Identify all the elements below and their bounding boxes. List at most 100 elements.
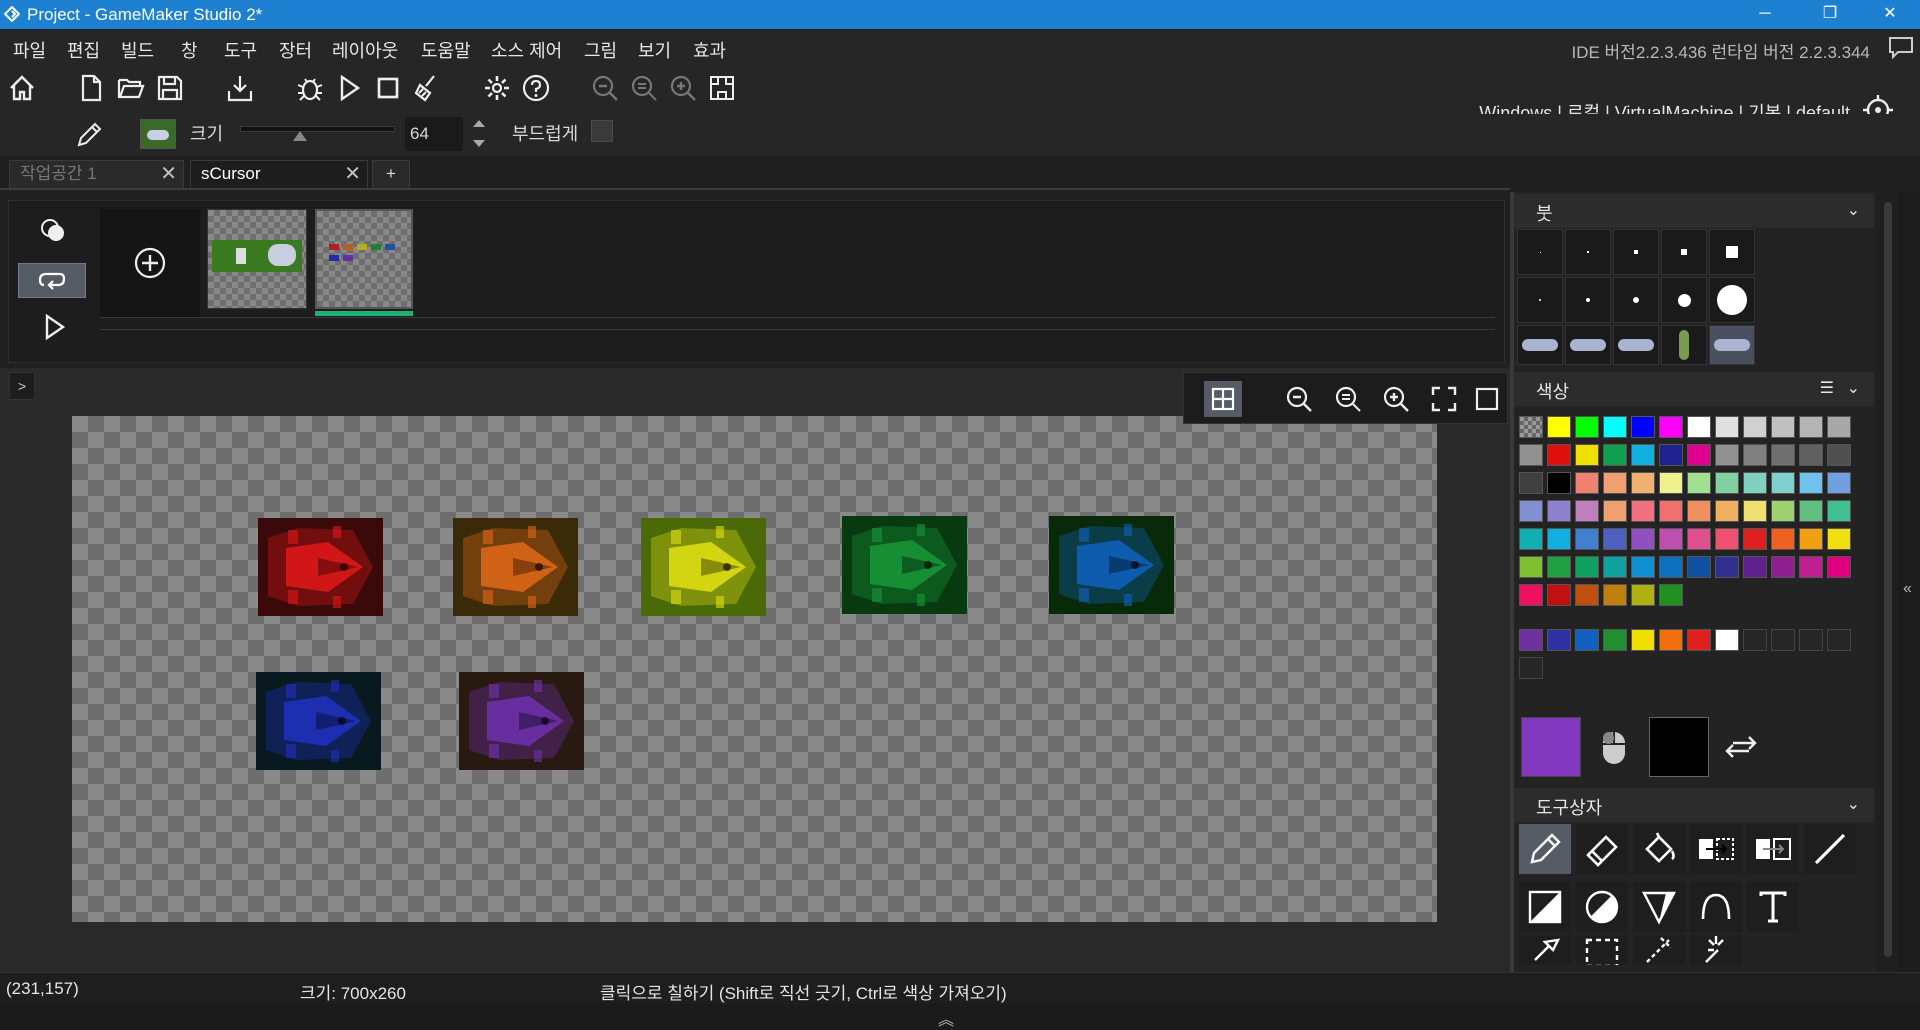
palette-swatch[interactable]	[1603, 584, 1627, 606]
square-brush-1[interactable]	[1517, 229, 1563, 275]
frame-thumbnail-0[interactable]	[207, 209, 307, 309]
preferences-button[interactable]	[479, 70, 515, 106]
curve-tool[interactable]	[1690, 882, 1742, 932]
palette-swatch[interactable]	[1575, 500, 1599, 522]
maximize-button[interactable]: ❐	[1800, 0, 1860, 29]
palette-swatch[interactable]	[1715, 472, 1739, 494]
palette-swatch[interactable]	[1519, 556, 1543, 578]
palette-swatch[interactable]	[1687, 472, 1711, 494]
palette-swatch[interactable]	[1799, 444, 1823, 466]
run-button[interactable]	[331, 70, 367, 106]
ellipse-tool[interactable]	[1576, 882, 1628, 932]
text-tool[interactable]	[1747, 882, 1799, 932]
palette-swatch[interactable]	[1603, 500, 1627, 522]
palette-swatch[interactable]	[1603, 556, 1627, 578]
smooth-checkbox[interactable]	[591, 120, 613, 142]
palette-swatch[interactable]	[1687, 444, 1711, 466]
frame-timeline[interactable]	[100, 317, 1495, 347]
palette-swatch[interactable]	[1575, 416, 1599, 438]
menu-help[interactable]: 도움말	[421, 37, 471, 63]
tab-scursor[interactable]: sCursor ✕	[190, 160, 368, 188]
palette-swatch[interactable]	[1687, 556, 1711, 578]
palette-swatch[interactable]	[1603, 416, 1627, 438]
pencil-icon[interactable]	[74, 120, 104, 150]
recent-color-swatch[interactable]	[1603, 629, 1627, 651]
palette-swatch[interactable]	[1827, 416, 1851, 438]
round-brush-5[interactable]	[1709, 277, 1755, 323]
palette-swatch[interactable]	[1715, 556, 1739, 578]
sprite-brush-1[interactable]	[1517, 325, 1563, 365]
palette-swatch[interactable]	[1575, 528, 1599, 550]
loop-toggle[interactable]	[18, 263, 86, 298]
square-brush-5[interactable]	[1709, 229, 1755, 275]
square-brush-2[interactable]	[1565, 229, 1611, 275]
add-tab-button[interactable]: +	[372, 160, 410, 188]
palette-swatch[interactable]	[1715, 528, 1739, 550]
menu-view[interactable]: 보기	[638, 37, 671, 63]
palette-swatch[interactable]	[1659, 556, 1683, 578]
palette-swatch[interactable]	[1659, 472, 1683, 494]
palette-swatch[interactable]	[1743, 416, 1767, 438]
menu-effects[interactable]: 효과	[693, 37, 726, 63]
canvas-zoom-reset-button[interactable]	[1329, 381, 1367, 417]
close-button[interactable]: ✕	[1860, 0, 1920, 29]
color-panel-header[interactable]: 색상 ☰ ⌄	[1514, 372, 1874, 406]
sprite-brush-4[interactable]	[1661, 325, 1707, 365]
palette-swatch[interactable]	[1771, 556, 1795, 578]
size-slider[interactable]	[240, 126, 395, 141]
palette-swatch[interactable]	[1715, 500, 1739, 522]
menu-window[interactable]: 창	[181, 37, 198, 63]
size-spinner[interactable]	[470, 117, 488, 151]
empty-color-slot[interactable]	[1827, 629, 1851, 651]
secondary-color-swatch[interactable]	[1649, 717, 1709, 777]
home-button[interactable]	[4, 70, 40, 106]
palette-swatch[interactable]	[1687, 528, 1711, 550]
menu-marketplace[interactable]: 장터	[279, 37, 312, 63]
empty-color-slot[interactable]	[1799, 629, 1823, 651]
round-brush-2[interactable]	[1565, 277, 1611, 323]
palette-swatch[interactable]	[1631, 556, 1655, 578]
close-tab-icon[interactable]: ✕	[160, 161, 177, 187]
palette-swatch[interactable]	[1799, 528, 1823, 550]
palette-swatch[interactable]	[1771, 416, 1795, 438]
chevron-down-icon[interactable]: ⌄	[1847, 794, 1860, 814]
workspace-overview-button[interactable]	[704, 70, 740, 106]
menu-source-control[interactable]: 소스 제어	[491, 37, 562, 63]
palette-swatch[interactable]	[1827, 556, 1851, 578]
canvas-zoom-out-button[interactable]	[1280, 381, 1318, 417]
round-brush-1[interactable]	[1517, 277, 1563, 323]
sprite-brush-3[interactable]	[1613, 325, 1659, 365]
menu-icon[interactable]: ☰	[1820, 378, 1834, 398]
palette-swatch[interactable]	[1659, 528, 1683, 550]
zoom-out-button[interactable]	[587, 70, 623, 106]
recent-color-swatch[interactable]	[1715, 629, 1739, 651]
recent-color-swatch[interactable]	[1687, 629, 1711, 651]
palette-swatch[interactable]	[1631, 444, 1655, 466]
palette-swatch[interactable]	[1603, 472, 1627, 494]
debug-button[interactable]	[292, 70, 328, 106]
double-chevron-left-icon[interactable]: «	[1903, 580, 1912, 598]
open-project-button[interactable]	[113, 70, 149, 106]
palette-swatch[interactable]	[1715, 416, 1739, 438]
fit-to-window-button[interactable]	[1425, 381, 1463, 417]
magic-wand-tool[interactable]	[1690, 935, 1742, 965]
palette-swatch[interactable]	[1771, 472, 1795, 494]
palette-swatch[interactable]	[1547, 444, 1571, 466]
palette-swatch[interactable]	[1743, 500, 1767, 522]
square-brush-4[interactable]	[1661, 229, 1707, 275]
palette-swatch[interactable]	[1715, 444, 1739, 466]
rect-select-tool[interactable]	[1576, 935, 1628, 965]
size-slider-thumb[interactable]	[292, 131, 307, 141]
menu-tools[interactable]: 도구	[224, 37, 257, 63]
recent-color-swatch[interactable]	[1659, 629, 1683, 651]
right-panel-scrollbar[interactable]	[1878, 192, 1898, 972]
lasso-select-tool[interactable]	[1633, 935, 1685, 965]
polygon-tool[interactable]	[1633, 882, 1685, 932]
selection-copy-tool[interactable]	[1747, 824, 1799, 874]
palette-swatch[interactable]	[1659, 444, 1683, 466]
create-executable-button[interactable]	[222, 70, 258, 106]
empty-color-slot[interactable]	[1771, 629, 1795, 651]
palette-swatch[interactable]	[1631, 528, 1655, 550]
canvas-zoom-in-button[interactable]	[1377, 381, 1415, 417]
palette-swatch[interactable]	[1827, 472, 1851, 494]
